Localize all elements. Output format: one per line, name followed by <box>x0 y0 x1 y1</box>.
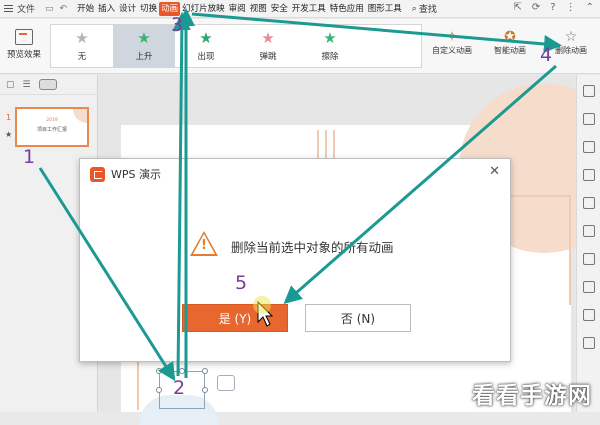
step-label-1: 1 <box>23 146 36 168</box>
step-label-3: 3 <box>171 14 184 36</box>
tutorial-arrows <box>38 8 562 382</box>
step-label-2: 2 <box>173 377 186 399</box>
arrow-to-delete-animation <box>191 12 562 53</box>
click-highlight <box>253 296 271 314</box>
arrow-to-yes-button <box>283 64 557 304</box>
arrow-up-second <box>172 12 191 377</box>
step-label-4: 4 <box>540 44 553 66</box>
step-label-5: 5 <box>235 272 248 294</box>
watermark: 看看手游网 <box>472 383 592 409</box>
arrow-to-object <box>38 167 176 382</box>
